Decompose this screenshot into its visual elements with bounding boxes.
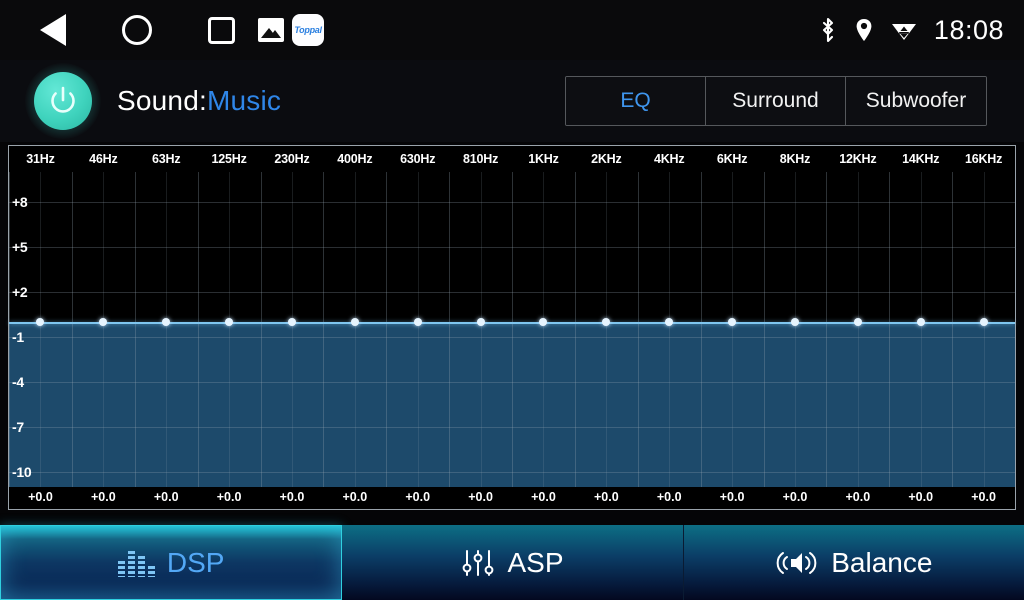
toppal-app-icon[interactable]: Toppal [292,14,324,46]
status-clock: 18:08 [933,14,1004,45]
frequency-label: 14KHz [902,152,940,166]
frequency-label-row: 31Hz 46Hz 63Hz 125Hz 230Hz 400Hz 630Hz 810Hz 1KH… [9,146,1015,172]
bluetooth-icon [818,16,838,44]
frequency-label: 230Hz [274,152,310,166]
bottom-tab-dsp[interactable]: DSP [0,525,343,600]
frequency-label: 63Hz [151,152,181,166]
sound-mode-label: Sound:Music [117,85,281,117]
status-app-icons: Toppal [258,14,324,46]
band-value: +0.0 [405,490,431,504]
mode-tab-group: EQ Surround Subwoofer [565,76,987,126]
band-value: +0.0 [468,490,493,504]
location-icon [854,16,874,44]
frequency-label: 46Hz [89,152,118,166]
frequency-label: 400Hz [337,152,373,166]
gain-tick-label: -7 [12,418,24,435]
gain-tick-label: +5 [12,239,28,255]
back-icon[interactable] [34,11,72,49]
frequency-label: 6KHz [716,152,748,166]
frequency-label: 4KHz [653,152,685,166]
band-value: +0.0 [90,490,116,504]
status-bar: Toppal 18:08 [0,0,1024,60]
equalizer-chart[interactable]: 31Hz 46Hz 63Hz 125Hz 230Hz 400Hz 630Hz 810Hz 1KH… [8,145,1016,510]
band-value: +0.0 [531,490,556,504]
band-value: +0.0 [908,490,934,504]
power-icon [51,86,75,113]
bottom-tab-dsp-label: DSP [166,546,225,578]
tab-subwoofer[interactable]: Subwoofer [846,77,986,125]
gain-tick-label: -1 [12,329,24,345]
wifi-icon [890,17,918,43]
recents-icon[interactable] [202,11,240,49]
frequency-label: 8KHz [779,152,811,166]
frequency-label: 16KHz [964,152,1003,166]
bottom-tab-balance[interactable]: Balance [683,525,1024,600]
vertical-gridlines [9,172,1016,487]
band-value: +0.0 [782,490,808,504]
gallery-icon[interactable] [258,18,284,42]
frequency-label: 125Hz [211,152,247,166]
power-button[interactable] [25,63,101,139]
sound-prefix: Sound: [117,85,207,116]
gain-tick-label: +8 [12,194,28,210]
tab-eq[interactable]: EQ [566,77,706,125]
band-value: +0.0 [153,490,179,504]
gain-tick-label: -10 [12,464,32,480]
frequency-label: 12KHz [839,152,877,166]
bottom-tab-asp-label: ASP [507,546,564,578]
band-value: +0.0 [656,490,682,504]
frequency-label: 810Hz [462,152,499,166]
band-value: +0.0 [593,490,619,504]
band-value: +0.0 [719,490,745,504]
band-value: +0.0 [971,490,996,504]
navigation-buttons [34,11,240,49]
band-value-row: +0.0 +0.0 +0.0 +0.0 +0.0 +0.0 +0.0 +0.0 +0.0 +0.0… [9,486,1015,508]
eq-curve-line [9,322,1015,324]
power-circle [34,72,92,130]
eq-header: Sound:Music EQ Surround Subwoofer [0,60,1024,142]
gain-tick-label: +2 [12,284,28,300]
sound-value: Music [206,85,282,116]
band-value: +0.0 [845,490,871,504]
bottom-tab-asp[interactable]: ASP [342,525,684,600]
frequency-label: 630Hz [400,152,436,166]
gain-axis-labels: +8 +5 +2 -1 -4 -7 -10 [9,172,43,487]
tab-surround[interactable]: Surround [706,77,846,125]
band-value: +0.0 [28,490,53,504]
frequency-label: 1KHz [528,152,559,166]
gain-tick-label: -4 [12,374,24,390]
frequency-label: 2KHz [591,152,622,166]
eq-plot-area[interactable] [9,172,1016,487]
band-value: +0.0 [216,490,242,504]
band-value: +0.0 [342,490,368,504]
band-value: +0.0 [279,490,305,504]
eq-settings-screen: Toppal 18:08 Sound:Music EQ Surround Sub… [0,0,1024,600]
status-indicators: 18:08 [818,15,1004,46]
speaker-waves-icon [775,548,819,578]
bottom-nav-bar: DSP ASP Balance [0,525,1024,600]
frequency-label: 31Hz [26,152,55,166]
home-icon[interactable] [118,11,156,49]
sliders-icon [461,548,495,578]
bottom-tab-balance-label: Balance [831,546,933,578]
equalizer-bars-icon [117,549,155,577]
